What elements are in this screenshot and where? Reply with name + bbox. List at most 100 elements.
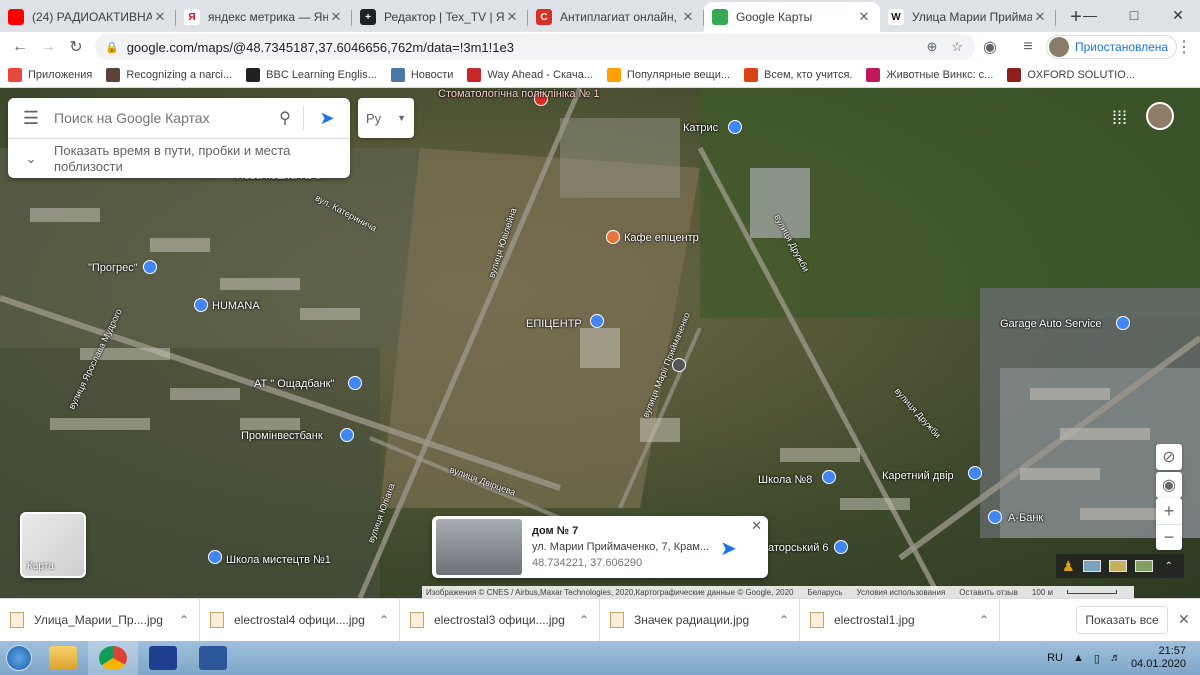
map-label[interactable]: АТ " Ощадбанк" bbox=[254, 378, 334, 390]
shop-pin-icon[interactable] bbox=[728, 120, 742, 134]
chevron-up-icon[interactable]: ⌃ bbox=[379, 613, 389, 627]
map-label[interactable]: Школа мистецтв №1 bbox=[226, 554, 331, 566]
google-apps-icon[interactable]: ⁞⁞⁞ bbox=[1112, 108, 1127, 129]
chevron-up-icon[interactable]: ⌃ bbox=[1165, 561, 1173, 572]
bookmark-item[interactable]: OXFORD SOLUTIO... bbox=[1007, 67, 1135, 82]
browser-tab[interactable]: + Редактор | Tex_TV | Янд✕ bbox=[352, 2, 528, 32]
bank-pin-icon[interactable] bbox=[348, 376, 362, 390]
directions-icon[interactable]: ➤ bbox=[720, 536, 737, 561]
map-viewport[interactable]: Стоматологічна поліклініка № 1 Катрис Но… bbox=[0, 88, 1200, 598]
account-avatar[interactable] bbox=[1146, 102, 1174, 130]
shop-pin-icon[interactable] bbox=[194, 298, 208, 312]
bookmark-item[interactable]: Животные Винкс: с... bbox=[866, 67, 993, 82]
download-item[interactable]: electrostal3 офици....jpg ⌃ bbox=[400, 598, 600, 642]
extension-icon[interactable]: ◉ bbox=[976, 33, 1004, 61]
tab-close-icon[interactable]: ✕ bbox=[504, 9, 520, 25]
map-label[interactable]: HUMANA bbox=[212, 300, 260, 312]
dropped-pin-icon[interactable] bbox=[672, 358, 686, 372]
tab-close-icon[interactable]: ✕ bbox=[680, 9, 696, 25]
map-label[interactable]: Катрис bbox=[683, 122, 718, 134]
bookmark-item[interactable]: Приложения bbox=[8, 67, 92, 82]
compass-icon[interactable]: ⊘ bbox=[1156, 444, 1182, 470]
zoom-in-button[interactable]: + bbox=[1156, 498, 1182, 524]
map-label[interactable]: Кафе епіцентр bbox=[624, 232, 699, 244]
map-label[interactable]: "Прогрес" bbox=[88, 262, 138, 274]
download-item[interactable]: electrostal1.jpg ⌃ bbox=[800, 598, 1000, 642]
cafe-pin-icon[interactable] bbox=[606, 230, 620, 244]
place-pin-icon[interactable] bbox=[208, 550, 222, 564]
menu-kebab-icon[interactable]: ⋮ bbox=[1170, 33, 1198, 61]
clock[interactable]: 21:57 04.01.2020 bbox=[1131, 645, 1186, 671]
browser-tab[interactable]: C Антиплагиат онлайн, пр✕ bbox=[528, 2, 704, 32]
browser-tab[interactable]: Google Карты ✕ bbox=[704, 2, 880, 32]
map-label[interactable]: Garage Auto Service bbox=[1000, 318, 1102, 330]
map-label[interactable]: ЕПІЦЕНТР bbox=[526, 318, 582, 330]
school-pin-icon[interactable] bbox=[822, 470, 836, 484]
place-pin-icon[interactable] bbox=[968, 466, 982, 480]
region-link[interactable]: Беларусь bbox=[808, 588, 843, 597]
bookmark-item[interactable]: Recognizing a narci... bbox=[106, 67, 232, 82]
reading-list-icon[interactable]: ≡ bbox=[1014, 33, 1042, 61]
my-location-icon[interactable]: ◉ bbox=[1156, 472, 1182, 498]
lock-icon[interactable]: 🔒 bbox=[105, 41, 119, 54]
hamburger-menu-icon[interactable]: ☰ bbox=[8, 108, 54, 129]
word-taskbar-button[interactable] bbox=[188, 641, 238, 675]
place-pin-icon[interactable] bbox=[834, 540, 848, 554]
search-icon[interactable]: ⚲ bbox=[267, 108, 303, 128]
bank-pin-icon[interactable] bbox=[988, 510, 1002, 524]
chevron-down-icon[interactable]: ⌄ bbox=[8, 151, 54, 167]
imagery-tile[interactable] bbox=[1134, 560, 1153, 572]
terms-link[interactable]: Условия использования bbox=[857, 588, 946, 597]
save-taskbar-button[interactable] bbox=[138, 641, 188, 675]
shop-pin-icon[interactable] bbox=[590, 314, 604, 328]
map-label[interactable]: Промінвестбанк bbox=[241, 430, 323, 442]
download-item[interactable]: Значек радиации.jpg ⌃ bbox=[600, 598, 800, 642]
pegman-icon[interactable]: ♟ bbox=[1062, 558, 1075, 575]
minimize-icon[interactable]: — bbox=[1068, 0, 1112, 30]
chrome-taskbar-button[interactable] bbox=[88, 641, 138, 675]
bookmark-item[interactable]: Всем, кто учится. bbox=[744, 67, 852, 82]
browser-tab[interactable]: W Улица Марии Приймач ✕ bbox=[880, 2, 1056, 32]
tab-close-icon[interactable]: ✕ bbox=[1032, 9, 1048, 25]
browser-tab[interactable]: (24) РАДИОАКТИВНАЯ ✕ bbox=[0, 2, 176, 32]
map-search-input[interactable] bbox=[54, 110, 267, 126]
start-button[interactable] bbox=[0, 641, 38, 675]
map-label[interactable]: Школа №8 bbox=[758, 474, 812, 486]
imagery-tile[interactable] bbox=[1082, 560, 1101, 572]
reload-icon[interactable]: ↻ bbox=[62, 33, 90, 61]
forward-arrow-icon[interactable]: → bbox=[34, 33, 62, 61]
close-downloads-icon[interactable]: ✕ bbox=[1178, 611, 1190, 628]
nearby-hint-panel[interactable]: ⌄ Показать время в пути, пробки и места … bbox=[8, 138, 350, 178]
language-select[interactable]: Ру ▼ bbox=[358, 98, 414, 138]
tab-close-icon[interactable]: ✕ bbox=[152, 9, 168, 25]
maximize-icon[interactable]: □ bbox=[1112, 0, 1156, 30]
bookmark-item[interactable]: Way Ahead - Скача... bbox=[467, 67, 593, 82]
bookmark-item[interactable]: BBC Learning Englis... bbox=[246, 67, 377, 82]
tab-close-icon[interactable]: ✕ bbox=[856, 9, 872, 25]
chevron-up-icon[interactable]: ⌃ bbox=[779, 613, 789, 627]
bookmark-item[interactable]: Популярные вещи... bbox=[606, 67, 730, 82]
directions-icon[interactable]: ➤ bbox=[304, 108, 350, 129]
tray-arrow-icon[interactable]: ▲ bbox=[1073, 652, 1084, 664]
map-label[interactable]: аторський 6 bbox=[768, 542, 829, 554]
add-icon[interactable]: ⊕ bbox=[926, 39, 937, 55]
profile-button[interactable]: Приостановлена bbox=[1046, 35, 1178, 59]
map-label[interactable]: Каретний двір bbox=[882, 470, 954, 482]
explorer-taskbar-button[interactable] bbox=[38, 641, 88, 675]
chevron-up-icon[interactable]: ⌃ bbox=[579, 613, 589, 627]
language-indicator[interactable]: RU bbox=[1047, 652, 1063, 664]
imagery-tile[interactable] bbox=[1108, 560, 1127, 572]
show-all-button[interactable]: Показать все bbox=[1076, 606, 1168, 634]
network-icon[interactable]: ▯ bbox=[1094, 652, 1100, 665]
chevron-up-icon[interactable]: ⌃ bbox=[179, 613, 189, 627]
map-label[interactable]: Стоматологічна поліклініка № 1 bbox=[438, 88, 600, 100]
download-item[interactable]: Улица_Марии_Пр....jpg ⌃ bbox=[0, 598, 200, 642]
chevron-up-icon[interactable]: ⌃ bbox=[979, 613, 989, 627]
tab-close-icon[interactable]: ✕ bbox=[328, 9, 344, 25]
browser-tab[interactable]: Яяндекс метрика — Янде✕ bbox=[176, 2, 352, 32]
star-icon[interactable]: ☆ bbox=[951, 39, 963, 55]
place-info-card[interactable]: дом № 7 ул. Марии Приймаченко, 7, Крам..… bbox=[432, 516, 768, 578]
volume-icon[interactable]: ♬ bbox=[1110, 652, 1121, 664]
shop-pin-icon[interactable] bbox=[143, 260, 157, 274]
close-icon[interactable]: ✕ bbox=[751, 518, 762, 534]
